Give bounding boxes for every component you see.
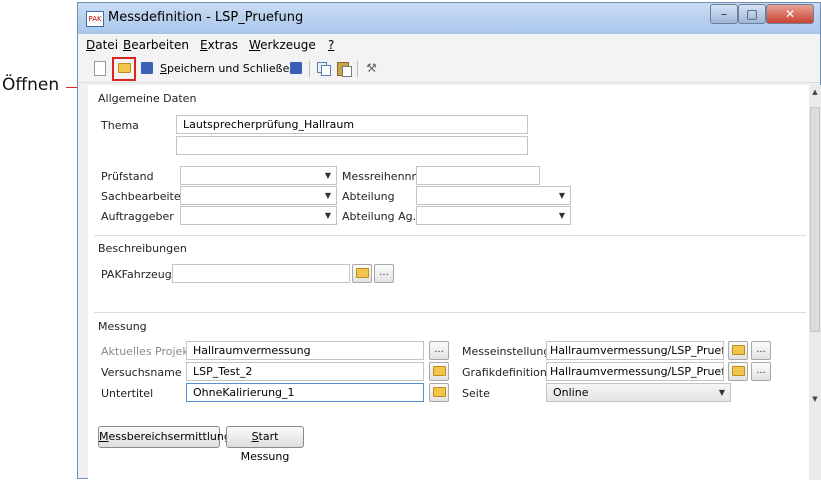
section-divider [94, 235, 806, 236]
toolbar-separator [309, 61, 310, 77]
vertical-scrollbar[interactable]: ▲ ▼ [809, 85, 821, 480]
menu-bar: Datei Bearbeiten Extras Werkzeuge ? [78, 34, 820, 56]
abteilung-ag-label: Abteilung Ag. [342, 210, 417, 223]
new-document-icon[interactable] [94, 61, 106, 76]
auftraggeber-dropdown[interactable]: ▼ [180, 206, 337, 225]
minimize-button[interactable]: – [710, 4, 738, 24]
messeinstellung-label: Messeinstellung [462, 345, 551, 358]
toolbar-separator [357, 61, 358, 77]
chevron-down-icon: ▼ [718, 388, 725, 397]
untertitel-field[interactable]: OhneKalirierung_1 [186, 383, 424, 402]
form-area: Allgemeine Daten Thema Lautsprecherprüfu… [88, 85, 809, 480]
aktuelles-projekt-label: Aktuelles Projekt [101, 345, 194, 358]
untertitel-browse-button[interactable] [429, 383, 449, 402]
start-messung-button[interactable]: Start Messung [226, 426, 304, 463]
menu-bearbeiten[interactable]: Bearbeiten [123, 38, 189, 52]
menu-datei[interactable]: Datei [86, 38, 118, 52]
toolbar: Speichern und Schließen ⚒ [78, 56, 820, 83]
maximize-button[interactable]: □ [738, 4, 766, 24]
thema-label: Thema [101, 119, 139, 132]
paste-icon-shape [342, 66, 352, 77]
messreihennr-field[interactable] [416, 166, 540, 185]
seite-dropdown[interactable]: Online ▼ [546, 383, 731, 402]
versuchsname-field[interactable]: LSP_Test_2 [186, 362, 424, 381]
folder-icon [732, 366, 745, 376]
copy-icon[interactable] [316, 61, 331, 76]
messeinstellung-field[interactable]: Hallraumvermessung/LSP_Pruefung [546, 341, 724, 360]
grafikdefinition-field[interactable]: Hallraumvermessung/LSP_Pruefung [546, 362, 724, 381]
chevron-down-icon: ▼ [324, 191, 331, 200]
window-title: Messdefinition - LSP_Pruefung [108, 10, 304, 25]
sachbearbeiter-label: Sachbearbeiter [101, 190, 186, 203]
menu-werkzeuge[interactable]: Werkzeuge [249, 38, 316, 52]
scroll-up-icon[interactable]: ▲ [809, 88, 821, 96]
menu-help[interactable]: ? [328, 38, 334, 52]
pakfahrzeug-browse-button[interactable] [352, 264, 372, 283]
auftraggeber-label: Auftraggeber [101, 210, 174, 223]
chevron-down-icon: ▼ [558, 191, 565, 200]
untertitel-label: Untertitel [101, 387, 154, 400]
pruefstand-label: Prüfstand [101, 170, 154, 183]
save-and-close-button[interactable]: Speichern und Schließen [160, 62, 296, 75]
chevron-down-icon: ▼ [558, 211, 565, 220]
versuchsname-browse-button[interactable] [429, 362, 449, 381]
folder-icon [433, 366, 446, 376]
messeinstellung-more-button[interactable]: ... [751, 341, 771, 360]
chevron-down-icon: ▼ [324, 171, 331, 180]
callout-label: Öffnen [2, 75, 60, 95]
folder-icon [356, 268, 369, 278]
abteilung-label: Abteilung [342, 190, 395, 203]
abteilung-ag-dropdown[interactable]: ▼ [416, 206, 571, 225]
chevron-down-icon: ▼ [324, 211, 331, 220]
grafikdefinition-browse-button[interactable] [728, 362, 748, 381]
grafikdefinition-label: Grafikdefinition [462, 366, 547, 379]
messbereichsermittlung-button[interactable]: Messbereichsermittlung [98, 426, 231, 448]
title-bar[interactable]: PAK Messdefinition - LSP_Pruefung – □ ✕ [78, 3, 820, 34]
abteilung-dropdown[interactable]: ▼ [416, 186, 571, 205]
seite-label: Seite [462, 387, 490, 400]
versuchsname-label: Versuchsname [101, 366, 182, 379]
thema-field[interactable]: Lautsprecherprüfung_Hallraum [176, 115, 528, 134]
pakfahrzeug-label: PAKFahrzeug [101, 268, 172, 281]
tools-icon[interactable]: ⚒ [364, 61, 379, 75]
section-divider [94, 312, 806, 313]
aktuelles-projekt-more-button[interactable]: ... [429, 341, 449, 360]
thema-field-2[interactable] [176, 136, 528, 155]
save-icon[interactable] [141, 62, 153, 74]
save-disk-icon[interactable] [290, 62, 302, 74]
pakfahrzeug-field[interactable] [172, 264, 350, 283]
menu-extras[interactable]: Extras [200, 38, 238, 52]
scroll-down-icon[interactable]: ▼ [809, 395, 821, 403]
copy-icon-shape [321, 65, 331, 76]
maximize-icon: □ [746, 7, 758, 21]
folder-icon [433, 387, 446, 397]
minimize-icon: – [721, 7, 727, 21]
close-icon: ✕ [784, 7, 796, 21]
section-title-beschreibungen: Beschreibungen [98, 242, 187, 255]
grafikdefinition-more-button[interactable]: ... [751, 362, 771, 381]
application-window: PAK Messdefinition - LSP_Pruefung – □ ✕ … [77, 2, 821, 480]
messreihennr-label: Messreihennr. [342, 170, 419, 183]
sachbearbeiter-dropdown[interactable]: ▼ [180, 186, 337, 205]
pakfahrzeug-more-button[interactable]: ... [374, 264, 394, 283]
open-folder-button[interactable] [117, 61, 132, 75]
open-folder-icon [118, 63, 131, 73]
pruefstand-dropdown[interactable]: ▼ [180, 166, 337, 185]
app-icon: PAK [86, 11, 104, 27]
scroll-thumb[interactable] [810, 107, 820, 332]
paste-icon[interactable] [336, 61, 352, 77]
section-title-allgemeine: Allgemeine Daten [98, 92, 197, 105]
folder-icon [732, 345, 745, 355]
close-button[interactable]: ✕ [766, 4, 814, 24]
section-title-messung: Messung [98, 320, 147, 333]
messeinstellung-browse-button[interactable] [728, 341, 748, 360]
aktuelles-projekt-field[interactable]: Hallraumvermessung [186, 341, 424, 360]
